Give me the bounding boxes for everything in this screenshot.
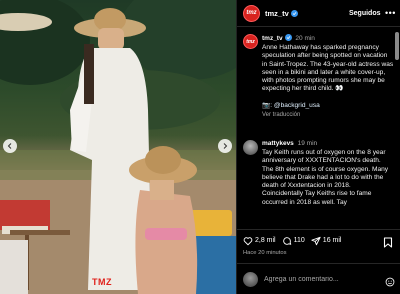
post-actions-bar: 2,8 mil 110 16 mil	[237, 229, 400, 251]
caption-username[interactable]: tmz_tv	[262, 35, 283, 42]
share-count: 16 mil	[322, 237, 342, 244]
more-options-icon[interactable]: •••	[385, 8, 396, 18]
caption-time: 20 min	[295, 35, 315, 42]
account-username[interactable]: tmz_tv	[265, 9, 289, 18]
posted-time-ago: Hace 20 minutos	[243, 250, 287, 256]
comment-count: 110	[293, 237, 305, 244]
smiley-icon	[385, 277, 395, 287]
current-user-avatar	[243, 271, 258, 287]
save-button[interactable]	[383, 235, 393, 253]
photo-credit-prefix: 📷:	[262, 101, 274, 109]
comment-text: Tay Keith runs out of oxygen on the 8 ye…	[262, 149, 389, 206]
comment-button[interactable]: 110	[282, 236, 305, 246]
comments-scrollbar[interactable]	[395, 32, 399, 60]
caption-avatar[interactable]: tmz	[243, 34, 258, 49]
comments-scroll-area[interactable]: tmz tmz_tv 20 min Anne Hathaway has spar…	[237, 28, 400, 228]
send-icon	[311, 236, 321, 245]
post-photo: TMZ	[0, 0, 236, 294]
commenter-avatar[interactable]	[243, 140, 258, 155]
emoji-picker-button[interactable]	[385, 274, 395, 292]
see-translation-link[interactable]: Ver traducción	[262, 112, 394, 118]
like-count: 2,8 mil	[255, 237, 276, 244]
comment-bubble-icon	[282, 236, 291, 245]
commenter-username[interactable]: mattykevs	[262, 140, 294, 147]
previous-photo-button[interactable]	[3, 139, 17, 153]
next-photo-button[interactable]	[218, 139, 232, 153]
add-comment-bar	[237, 263, 400, 294]
chevron-right-icon	[223, 143, 228, 149]
bookmark-icon	[383, 237, 393, 248]
comment-time: 19 min	[297, 140, 318, 147]
chevron-left-icon	[7, 143, 12, 149]
photo-scene	[0, 0, 236, 294]
share-button[interactable]: 16 mil	[311, 236, 342, 246]
post-header: tmz tmz_tv Seguidos •••	[237, 0, 400, 27]
tmz-watermark: TMZ	[92, 277, 112, 287]
photo-credit-link[interactable]: @backgrid_usa	[274, 102, 320, 109]
heart-icon	[243, 236, 253, 245]
following-button[interactable]: Seguidos	[349, 10, 381, 17]
photo-credit: 📷: @backgrid_usa	[262, 102, 394, 110]
add-comment-input[interactable]	[264, 272, 364, 286]
account-avatar[interactable]: tmz	[243, 4, 260, 22]
post-details-panel: tmz tmz_tv Seguidos ••• tmz tmz_tv 20 mi…	[236, 0, 400, 294]
verified-badge-icon	[284, 34, 292, 41]
like-button[interactable]: 2,8 mil	[243, 236, 276, 246]
verified-badge-icon	[290, 9, 298, 17]
caption-text: Anne Hathaway has sparked pregnancy spec…	[262, 44, 394, 93]
